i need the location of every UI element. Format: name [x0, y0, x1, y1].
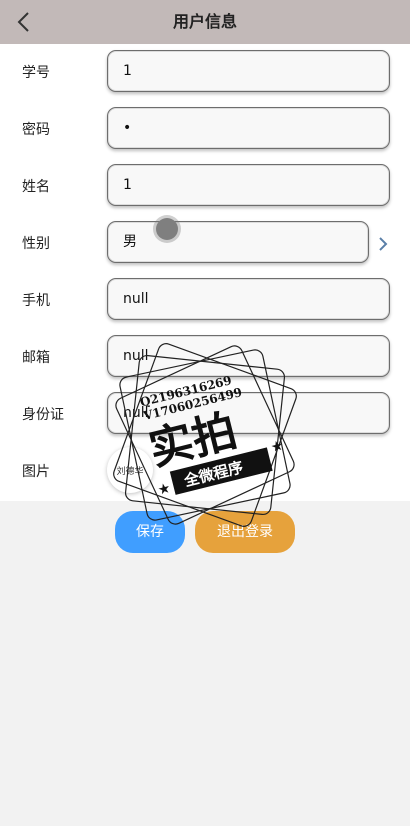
email-label: 邮箱 [22, 350, 50, 366]
avatar[interactable]: 刘德华 [107, 447, 153, 493]
page-title: 用户信息 [172, 12, 237, 31]
student-id-label: 学号 [22, 65, 50, 81]
logout-button[interactable]: 退出登录 [195, 511, 295, 553]
chevron-right-icon[interactable] [377, 235, 389, 253]
user-info-form: 学号 1 密码 • 姓名 1 性别 男 手机 null 邮箱 null 身份证 … [0, 44, 410, 501]
password-label: 密码 [22, 122, 50, 138]
save-button[interactable]: 保存 [115, 511, 185, 553]
student-id-input[interactable]: 1 [107, 50, 390, 92]
password-input[interactable]: • [107, 107, 390, 149]
id-card-input[interactable]: null [107, 392, 390, 434]
image-label: 图片 [22, 464, 50, 480]
phone-input[interactable]: null [107, 278, 390, 320]
row-image: 图片 [0, 449, 410, 495]
gender-select[interactable]: 男 [107, 221, 369, 263]
row-name: 姓名 1 [0, 164, 410, 210]
avatar-text: 刘德华 [116, 466, 144, 477]
gender-label: 性别 [22, 236, 50, 252]
email-input[interactable]: null [107, 335, 390, 377]
app-header: 用户信息 [0, 0, 410, 44]
name-label: 姓名 [22, 179, 50, 195]
row-password: 密码 • [0, 107, 410, 153]
id-card-label: 身份证 [22, 407, 64, 423]
touch-indicator [156, 218, 178, 240]
row-phone: 手机 null [0, 278, 410, 324]
name-input[interactable]: 1 [107, 164, 390, 206]
phone-label: 手机 [22, 293, 50, 309]
row-email: 邮箱 null [0, 335, 410, 381]
row-student-id: 学号 1 [0, 50, 410, 96]
row-id-card: 身份证 null [0, 392, 410, 438]
row-gender: 性别 男 [0, 221, 410, 267]
